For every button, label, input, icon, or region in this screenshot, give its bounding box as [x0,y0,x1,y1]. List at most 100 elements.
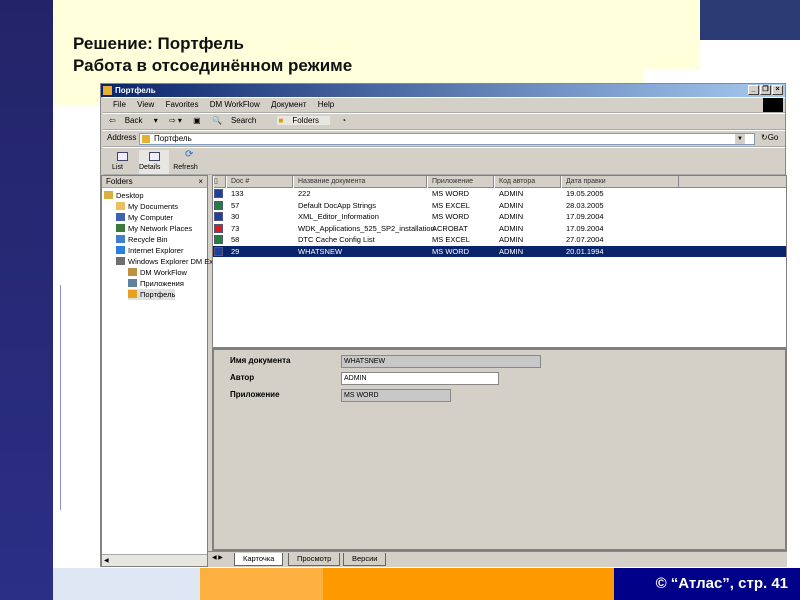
column-modified-date[interactable]: Дата правки [561,176,679,188]
folder-icon [116,224,125,232]
cell-date: 17.09.2004 [566,223,604,233]
cell-author: ADMIN [499,235,524,244]
table-row[interactable]: 30 XML_Editor_Information MS WORD ADMIN 17.0… [213,211,786,223]
cell-name: XML_Editor_Information [298,212,379,221]
menu-favorites[interactable]: Favorites [166,100,199,109]
column-application[interactable]: Приложение [427,176,494,188]
explorer-window: Портфель _ ❐ × File View Favorites DM Wo… [100,83,787,567]
column-document-name[interactable]: Название документа [293,176,427,188]
view-toolbar: List Details ⟳ Refresh [103,147,785,175]
folder-label: Recycle Bin [128,235,168,244]
details-label: Details [139,164,161,171]
cell-author: ADMIN [499,200,524,210]
refresh-button[interactable]: ⟳ Refresh [173,150,207,174]
menu-view[interactable]: View [137,100,154,109]
cell-date: 27.07.2004 [566,235,604,244]
table-row[interactable]: 73 WDK_Applications_525_SP2_installation A… [213,223,786,235]
address-value: Портфель [154,134,192,143]
address-dropdown[interactable]: ▼ [735,134,745,144]
list-icon [117,152,128,161]
menu-document[interactable]: Документ [271,100,307,109]
details-view-button[interactable]: Details [139,150,169,174]
menu-help[interactable]: Help [318,100,334,109]
back-button[interactable]: ⇦ Back ▾ [109,116,158,125]
cell-doc: 57 [231,200,240,210]
cell-doc: 133 [231,189,244,198]
document-list: ▯ Doc # Название документа Приложение Ко… [212,175,787,348]
folder-tree-item[interactable]: Desktop [104,190,144,201]
title-line-2: Работа в отсоединённом режиме [73,56,353,75]
folders-button[interactable]: ■ Folders [276,116,331,125]
tab-scroll-arrows[interactable]: ◀ ▶ [212,554,223,561]
folder-tree-item[interactable]: Windows Explorer DM Ex [116,256,213,267]
cell-doc: 58 [231,235,240,244]
search-button[interactable]: 🔍 Search [212,116,265,125]
close-pane-icon[interactable]: × [198,176,203,188]
folder-tree-item[interactable]: DM WorkFlow [128,267,187,278]
folder-tree-item[interactable]: Recycle Bin [116,234,168,245]
address-bar: Address Портфель ▼ ↻Go [103,130,785,147]
excel-file-icon [214,200,223,210]
back-arrow-icon: ⇦ [109,116,116,125]
table-row[interactable]: 29 WHATSNEW MS WORD ADMIN 20.01.1994 [213,245,786,257]
folder-tree-item[interactable]: Internet Explorer [116,245,183,256]
name-field[interactable]: WHATSNEW [341,355,541,368]
tab-preview[interactable]: Просмотр [288,553,341,566]
column-doc-number[interactable]: Doc # [226,176,293,188]
corner-decoration [700,0,800,40]
table-row[interactable]: 57 Default DocApp Strings MS EXCEL ADMIN 28.… [213,200,786,212]
column-author[interactable]: Код автора [494,176,561,188]
close-button[interactable]: × [772,85,783,95]
folder-icon [128,268,137,276]
list-view-button[interactable]: List [107,150,137,174]
cell-app: MS WORD [432,246,470,256]
briefcase-icon [142,135,150,143]
folder-label: My Network Places [128,224,193,233]
author-label: Автор [230,373,255,382]
cell-doc: 29 [231,246,240,256]
restore-button[interactable]: ❐ [760,85,771,95]
type-column-header[interactable]: ▯ [213,176,226,188]
refresh-icon: ⟳ [185,149,194,160]
table-row[interactable]: 58 DTC Cache Config List MS EXCEL ADMIN 27.0… [213,234,786,246]
up-folder-button[interactable]: ▣ [193,116,201,125]
folder-label: Windows Explorer DM Ex [128,257,214,266]
list-header: ▯ Doc # Название документа Приложение Ко… [213,176,786,188]
footer-band-light [53,568,200,600]
table-row[interactable]: 133 222 MS WORD ADMIN 19.05.2005 [213,188,786,200]
address-input[interactable]: Портфель ▼ [139,133,755,145]
slide-left-bar [0,0,53,600]
menu-bar: File View Favorites DM WorkFlow Документ… [103,97,785,113]
tab-card[interactable]: Карточка [234,553,284,566]
go-button[interactable]: ↻Go [761,131,787,145]
menu-dm-workflow[interactable]: DM WorkFlow [210,100,260,109]
decor-line [60,285,61,510]
horizontal-scrollbar[interactable]: ◀ [102,554,207,566]
minimize-button[interactable]: _ [748,85,759,95]
slide-footer: © “Атлас”, стр. 41 [614,568,800,600]
forward-button[interactable]: ⇨ ▾ [169,116,182,125]
cell-app: MS WORD [432,189,470,198]
cell-date: 19.05.2005 [566,189,604,198]
window-title: Портфель [115,86,156,95]
folder-icon [116,235,125,243]
folder-tree-item[interactable]: Портфель [128,289,176,300]
cell-author: ADMIN [499,223,524,233]
search-icon: 🔍 [211,116,222,125]
folder-icon [116,257,125,265]
footer-band-orange-light [200,568,323,600]
folder-tree-item[interactable]: Приложения [128,278,184,289]
folder-tree-item[interactable]: My Computer [116,212,173,223]
go-label: Go [767,133,779,142]
folder-label: Портфель [140,290,176,299]
author-field[interactable]: ADMIN [341,372,499,385]
menu-file[interactable]: File [113,100,126,109]
folder-tree-item[interactable]: My Documents [116,201,178,212]
excel-file-icon [214,235,223,244]
application-field[interactable]: MS WORD [341,389,451,402]
tab-versions[interactable]: Версии [343,553,387,566]
folders-header: Folders × [102,176,207,188]
folder-tree-item[interactable]: My Network Places [116,223,192,234]
history-button[interactable]: ◔ [341,116,346,125]
search-label: Search [230,116,257,125]
